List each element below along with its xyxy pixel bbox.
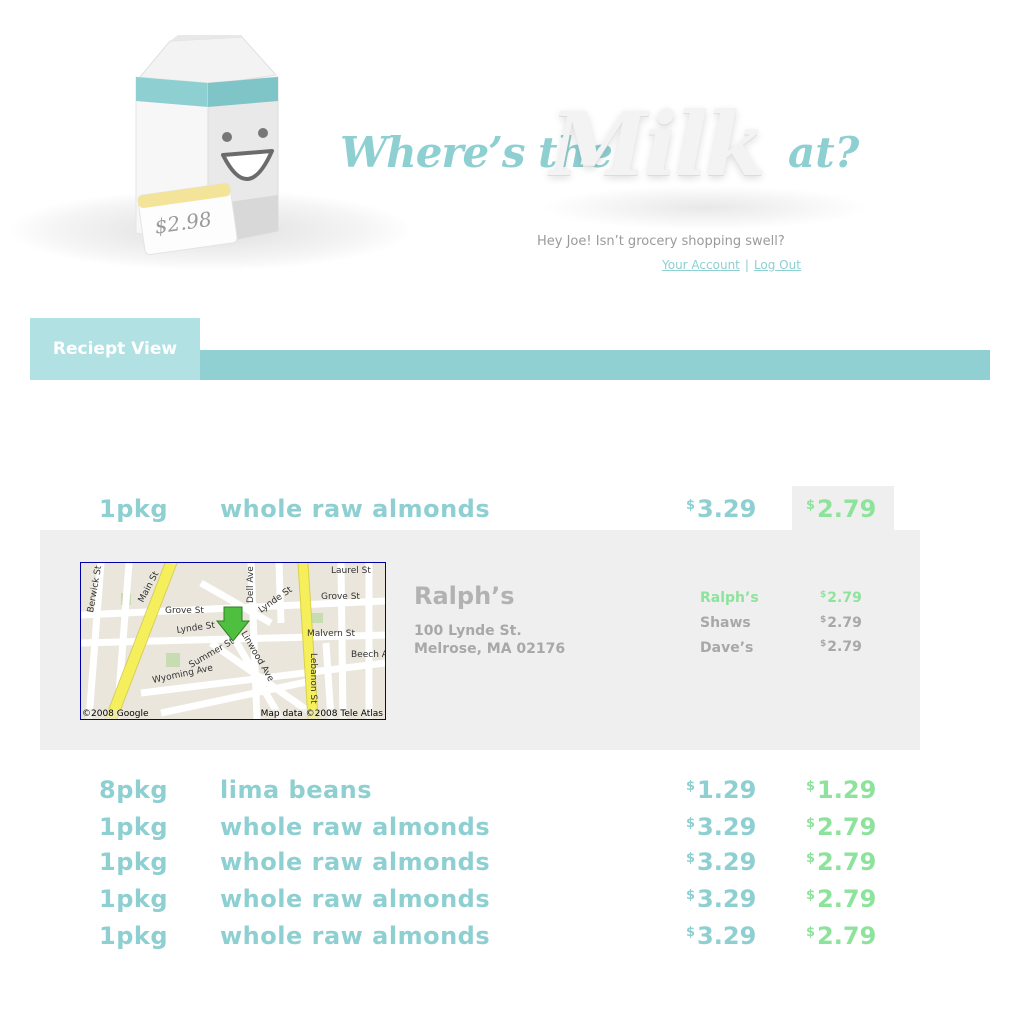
- row-best-price: $2.79: [806, 848, 876, 876]
- row-price: $3.29: [686, 495, 756, 523]
- row-qty: 1pkg: [99, 922, 169, 950]
- comparison-price-value: 2.79: [827, 639, 862, 655]
- currency-symbol: $: [686, 925, 696, 940]
- row-best-price-value: 1.29: [817, 776, 877, 804]
- row-price-value: 3.29: [697, 922, 757, 950]
- row-best-price: $1.29: [806, 776, 876, 804]
- svg-text:Grove St: Grove St: [165, 606, 204, 616]
- comparison-price-daves: $2.79: [820, 639, 862, 655]
- link-separator: |: [744, 258, 749, 272]
- comparison-price-value: 2.79: [827, 615, 862, 631]
- currency-symbol: $: [686, 888, 696, 903]
- row-price: $3.29: [686, 885, 756, 913]
- row-item-name: whole raw almonds: [220, 848, 491, 876]
- svg-text:Grove St: Grove St: [321, 592, 360, 602]
- row-price: $3.29: [686, 922, 756, 950]
- currency-symbol: $: [806, 779, 816, 794]
- row-item-name: whole raw almonds: [220, 495, 491, 523]
- store-address-line2: Melrose, MA 02176: [414, 641, 566, 657]
- currency-symbol: $: [686, 498, 696, 513]
- currency-symbol: $: [686, 779, 696, 794]
- comparison-price-shaws: $2.79: [820, 615, 862, 631]
- table-row[interactable]: 1pkg whole raw almonds $3.29 $2.79: [0, 881, 1020, 919]
- row-qty: 8pkg: [99, 776, 169, 804]
- row-best-price-value: 2.79: [817, 813, 877, 841]
- row-qty: 1pkg: [99, 885, 169, 913]
- row-price-value: 3.29: [697, 495, 757, 523]
- row-best-price-value: 2.79: [817, 495, 877, 523]
- comparison-store-ralphs[interactable]: Ralph’s: [700, 590, 759, 606]
- greeting-text: Hey Joe! Isn’t grocery shopping swell?: [537, 234, 785, 249]
- row-item-name: lima beans: [220, 776, 373, 804]
- currency-symbol: $: [686, 816, 696, 831]
- table-row[interactable]: 1pkg whole raw almonds $3.29 $2.79: [0, 918, 1020, 956]
- store-address: 100 Lynde St. Melrose, MA 02176: [414, 622, 565, 658]
- currency-symbol: $: [806, 888, 816, 903]
- row-item-name: whole raw almonds: [220, 813, 491, 841]
- row-price: $1.29: [686, 776, 756, 804]
- row-best-price-value: 2.79: [817, 848, 877, 876]
- table-row[interactable]: 1pkg whole raw almonds $3.29 $2.79: [0, 844, 1020, 882]
- row-price: $3.29: [686, 848, 756, 876]
- table-row[interactable]: 8pkg lima beans $1.29 $1.29: [0, 772, 1020, 810]
- row-best-price-value: 2.79: [817, 922, 877, 950]
- comparison-store-shaws[interactable]: Shaws: [700, 615, 751, 631]
- your-account-link[interactable]: Your Account: [662, 258, 740, 272]
- site-title-part2: at?: [788, 128, 860, 177]
- row-price-value: 3.29: [697, 885, 757, 913]
- comparison-price-value: 2.79: [827, 590, 862, 606]
- tab-reciept-view[interactable]: Reciept View: [30, 318, 200, 380]
- currency-symbol: $: [806, 498, 816, 513]
- currency-symbol: $: [806, 925, 816, 940]
- row-price-value: 3.29: [697, 813, 757, 841]
- svg-text:Malvern St: Malvern St: [307, 629, 355, 639]
- map-copyright-right: Map data ©2008 Tele Atlas: [260, 709, 383, 719]
- row-best-price: $2.79: [806, 922, 876, 950]
- currency-symbol: $: [820, 590, 827, 600]
- account-links: Your Account | Log Out: [662, 258, 801, 272]
- svg-text:Beech Av: Beech Av: [351, 650, 385, 660]
- row-best-price: $2.79: [806, 885, 876, 913]
- price-tag: $2.98: [136, 182, 239, 257]
- comparison-store-daves[interactable]: Dave’s: [700, 640, 753, 656]
- row-price: $3.29: [686, 813, 756, 841]
- currency-symbol: $: [686, 851, 696, 866]
- svg-text:Lebanon St: Lebanon St: [308, 653, 318, 704]
- row-best-price: $2.79: [806, 813, 876, 841]
- currency-symbol: $: [806, 816, 816, 831]
- svg-text:Dell Ave: Dell Ave: [246, 566, 256, 603]
- store-name: Ralph’s: [414, 582, 515, 610]
- log-out-link[interactable]: Log Out: [754, 258, 801, 272]
- row-qty: 1pkg: [99, 495, 169, 523]
- row-best-price-value: 2.79: [817, 885, 877, 913]
- site-title-milk: Milk: [550, 92, 766, 196]
- table-row[interactable]: 1pkg whole raw almonds $3.29 $2.79: [0, 809, 1020, 847]
- row-price-value: 3.29: [697, 848, 757, 876]
- currency-symbol: $: [820, 615, 827, 625]
- row-item-name: whole raw almonds: [220, 885, 491, 913]
- tab-bar: [200, 350, 990, 380]
- svg-text:Laurel St: Laurel St: [331, 566, 371, 576]
- row-best-price: $2.79: [806, 495, 876, 523]
- currency-symbol: $: [806, 851, 816, 866]
- store-detail-panel: Grove St Grove St Lynde St Malvern St Be…: [40, 530, 920, 750]
- comparison-price-ralphs: $2.79: [820, 590, 862, 606]
- row-item-name: whole raw almonds: [220, 922, 491, 950]
- row-qty: 1pkg: [99, 848, 169, 876]
- table-row-selected[interactable]: 1pkg whole raw almonds $3.29 $2.79: [0, 491, 1020, 529]
- row-price-value: 1.29: [697, 776, 757, 804]
- currency-symbol: $: [820, 639, 827, 649]
- row-qty: 1pkg: [99, 813, 169, 841]
- store-map[interactable]: Grove St Grove St Lynde St Malvern St Be…: [80, 562, 386, 720]
- map-copyright-left: ©2008 Google: [82, 709, 149, 719]
- store-address-line1: 100 Lynde St.: [414, 623, 522, 639]
